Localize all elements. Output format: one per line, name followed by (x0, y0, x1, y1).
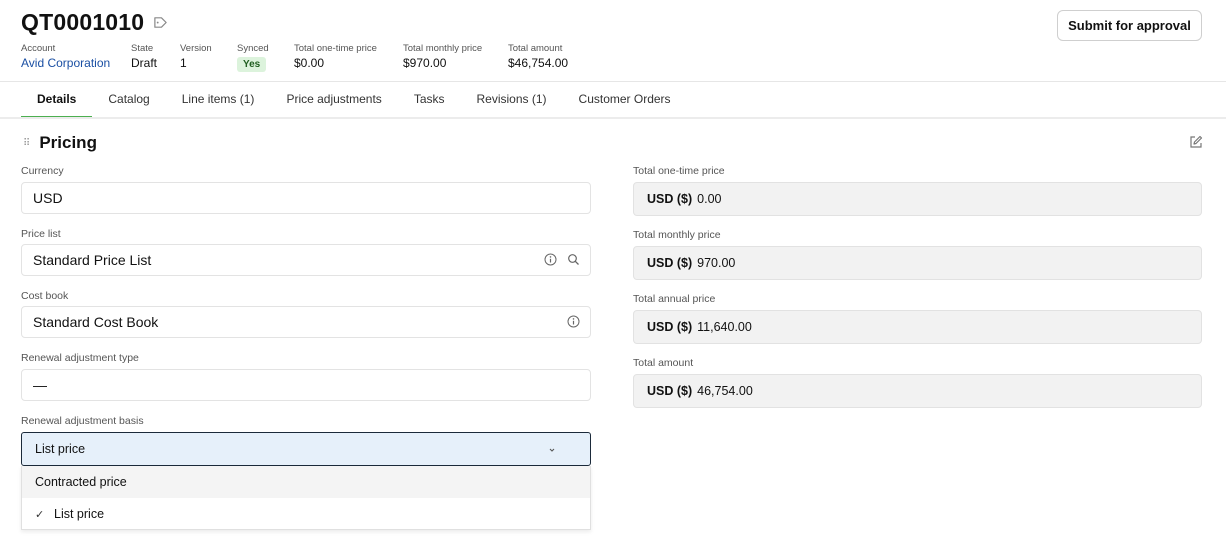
renewal-basis-select[interactable]: List price (21, 432, 591, 466)
meta-amount-value: $46,754.00 (508, 56, 569, 70)
annual-price-value: 11,640.00 (697, 320, 752, 334)
option-label: Contracted price (35, 475, 127, 489)
meta-state-value: Draft (131, 56, 158, 70)
currency-field[interactable]: USD (21, 182, 591, 214)
price-list-value: Standard Price List (33, 252, 152, 268)
meta-account-label: Account (21, 43, 56, 54)
record-header: QT0001010 Submit for approval Account Av… (0, 0, 1226, 82)
monthly-price-field: USD ($) 970.00 (633, 246, 1202, 280)
price-list-label: Price list (21, 228, 61, 240)
edit-icon[interactable] (1189, 135, 1203, 149)
tab-catalog[interactable]: Catalog (92, 82, 165, 118)
meta-state-label: State (131, 43, 154, 54)
section-title: Pricing (39, 133, 97, 152)
tag-icon[interactable] (153, 15, 168, 30)
meta-amount: Total amount $46,754.00 (508, 43, 568, 70)
renewal-basis-dropdown: Contracted price ✓ List price (21, 466, 591, 530)
info-icon[interactable] (544, 253, 557, 266)
option-label: List price (54, 507, 105, 521)
renewal-type-value: — (33, 377, 47, 393)
cost-book-field[interactable]: Standard Cost Book (21, 306, 591, 338)
currency-code: USD ($) (647, 256, 693, 270)
meta-synced-label: Synced (237, 43, 269, 54)
tab-bar: Details Catalog Line items (1) Price adj… (21, 82, 687, 119)
monthly-price-label: Total monthly price (633, 229, 721, 241)
account-link[interactable]: Avid Corporation (21, 56, 110, 70)
cost-book-value: Standard Cost Book (33, 314, 159, 330)
option-list-price[interactable]: ✓ List price (22, 498, 590, 530)
chevron-down-icon (549, 448, 555, 452)
total-amount-value: 46,754.00 (697, 384, 753, 398)
currency-code: USD ($) (647, 384, 693, 398)
meta-one-time-label: Total one-time price (294, 43, 377, 54)
synced-badge: Yes (237, 57, 267, 72)
drag-handle-icon[interactable]: ⠿ (23, 138, 30, 149)
tab-price-adjustments[interactable]: Price adjustments (270, 82, 397, 118)
monthly-price-value: 970.00 (697, 256, 736, 270)
check-icon: ✓ (35, 508, 45, 521)
meta-version-value: 1 (180, 56, 187, 70)
currency-label: Currency (21, 165, 64, 177)
renewal-type-field[interactable]: — (21, 369, 591, 401)
section-header: ⠿ Pricing (23, 133, 97, 153)
tab-customer-orders[interactable]: Customer Orders (563, 82, 687, 118)
cost-book-label: Cost book (21, 290, 69, 302)
title-row: QT0001010 (21, 9, 168, 36)
renewal-basis-label: Renewal adjustment basis (21, 415, 144, 427)
renewal-basis-value: List price (35, 442, 86, 456)
currency-code: USD ($) (647, 320, 693, 334)
annual-price-field: USD ($) 11,640.00 (633, 310, 1202, 344)
one-time-price-label: Total one-time price (633, 165, 725, 177)
tabs-divider (0, 117, 1226, 119)
tab-revisions[interactable]: Revisions (1) (461, 82, 563, 118)
tab-line-items[interactable]: Line items (1) (166, 82, 271, 118)
tab-details[interactable]: Details (21, 82, 93, 118)
meta-state: State Draft (131, 43, 157, 70)
quote-title: QT0001010 (21, 9, 145, 35)
currency-code: USD ($) (647, 192, 693, 206)
annual-price-label: Total annual price (633, 293, 716, 305)
total-amount-field: USD ($) 46,754.00 (633, 374, 1202, 408)
search-icon[interactable] (567, 253, 580, 266)
renewal-type-label: Renewal adjustment type (21, 352, 139, 364)
meta-account: Account Avid Corporation (21, 43, 110, 70)
one-time-price-value: 0.00 (697, 192, 722, 206)
meta-amount-label: Total amount (508, 43, 563, 54)
meta-one-time: Total one-time price $0.00 (294, 43, 377, 70)
meta-version: Version 1 (180, 43, 212, 70)
meta-synced: Synced Yes (237, 43, 269, 72)
meta-version-label: Version (180, 43, 212, 54)
total-amount-label: Total amount (633, 357, 694, 369)
meta-monthly-label: Total monthly price (403, 43, 483, 54)
submit-for-approval-button[interactable]: Submit for approval (1057, 10, 1202, 41)
price-list-field[interactable]: Standard Price List (21, 244, 591, 276)
meta-one-time-value: $0.00 (294, 56, 325, 70)
option-contracted-price[interactable]: Contracted price (22, 466, 590, 498)
meta-monthly-value: $970.00 (403, 56, 447, 70)
meta-monthly: Total monthly price $970.00 (403, 43, 482, 70)
currency-value: USD (33, 190, 63, 206)
tab-tasks[interactable]: Tasks (398, 82, 461, 118)
info-icon[interactable] (567, 315, 580, 328)
one-time-price-field: USD ($) 0.00 (633, 182, 1202, 216)
